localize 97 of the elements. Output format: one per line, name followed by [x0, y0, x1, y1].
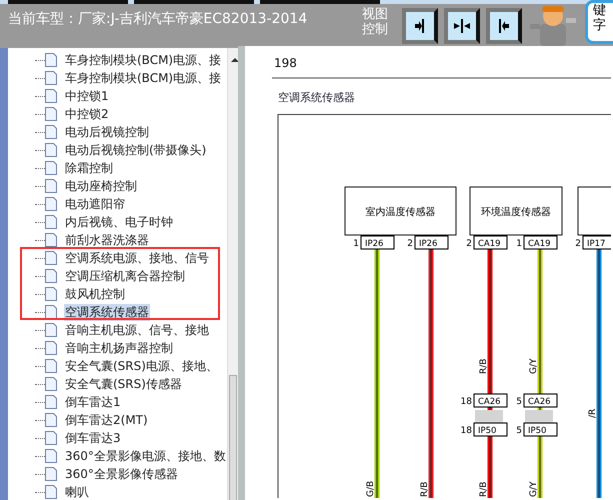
- wire-label: G/B: [366, 480, 376, 497]
- tree-item[interactable]: 电动遮阳帘: [64, 196, 126, 212]
- document-icon: [45, 233, 57, 247]
- diagram-title: 空调系统传感器: [278, 91, 355, 104]
- document-icon: [45, 485, 57, 499]
- view-control-label: 视图控制: [362, 7, 389, 37]
- connector-box: [474, 236, 508, 250]
- pin-number: 18: [460, 397, 472, 407]
- connector-box: [524, 422, 558, 436]
- shift-left-button[interactable]: [486, 8, 522, 44]
- pin-number: 2: [466, 239, 472, 249]
- tree-item[interactable]: 安全气囊(SRS)电源、接地、: [64, 358, 219, 374]
- page-number: 198: [274, 56, 297, 70]
- tree-item[interactable]: 中控锁2: [64, 106, 110, 122]
- connector-code: CA26: [478, 397, 501, 407]
- document-icon: [45, 287, 57, 301]
- side-char: 字: [593, 18, 607, 33]
- connector-box: [414, 236, 448, 250]
- document-icon: [45, 269, 57, 283]
- connector-box: [524, 236, 558, 250]
- tree-item[interactable]: 音响主机扬声器控制: [64, 340, 174, 356]
- pin-number: 5: [516, 426, 522, 436]
- document-icon: [45, 431, 57, 445]
- tree-item[interactable]: 空调系统电源、接地、信号: [64, 250, 210, 266]
- connector-code: IP50: [528, 426, 546, 436]
- wire-label: G/Y: [529, 481, 539, 497]
- connector-code: CA19: [478, 239, 501, 249]
- tree-item[interactable]: 电动座椅控制: [64, 178, 138, 194]
- pin-number: 1: [353, 239, 359, 249]
- tree-item[interactable]: 360°全景影像传感器: [64, 466, 179, 482]
- document-icon: [45, 71, 57, 85]
- connector-code: IP26: [419, 239, 438, 249]
- document-icon: [45, 251, 57, 265]
- pin-number: 5: [516, 397, 522, 407]
- document-icon: [45, 377, 57, 391]
- tree-item[interactable]: 喇叭: [64, 484, 90, 500]
- scrollbar[interactable]: [226, 48, 238, 500]
- document-icon: [45, 197, 57, 211]
- connector-code: CA26: [528, 397, 551, 407]
- pin-number: 2: [407, 239, 413, 249]
- connector-box: [524, 394, 558, 408]
- document-icon: [45, 161, 57, 175]
- document-icon: [45, 323, 57, 337]
- vehicle-title: 当前车型：厂家:J-吉利汽车帝豪EC82013-2014: [8, 10, 308, 28]
- junction-link: [525, 410, 553, 423]
- tree-item[interactable]: 倒车雷达3: [64, 430, 122, 446]
- tree-item[interactable]: 倒车雷达2(MT): [64, 412, 149, 428]
- document-icon: [45, 467, 57, 481]
- document-icon: [45, 215, 57, 229]
- tree-item[interactable]: 空调压缩机离合器控制: [64, 268, 186, 284]
- tree-item[interactable]: 鼓风机控制: [64, 286, 126, 302]
- wire-label: R/B: [420, 482, 430, 497]
- tree-item[interactable]: 电动后视镜控制: [64, 124, 150, 140]
- pin-number: 2: [575, 239, 581, 249]
- tree-item[interactable]: 安全气囊(SRS)传感器: [64, 376, 183, 392]
- pin-number: 18: [460, 426, 472, 436]
- connector-box: [474, 422, 508, 436]
- document-icon: [45, 125, 57, 139]
- wire-label: R/B: [479, 482, 489, 497]
- wire-label: /R: [588, 408, 598, 418]
- tree-item[interactable]: 除霜控制: [64, 160, 114, 176]
- tree-item[interactable]: 中控锁1: [64, 88, 110, 104]
- tree-item[interactable]: 前刮水器洗涤器: [64, 232, 150, 248]
- tree-item[interactable]: 内后视镜、电子时钟: [64, 214, 174, 230]
- document-icon: [45, 359, 57, 373]
- document-icon: [45, 305, 57, 319]
- document-icon: [45, 395, 57, 409]
- document-icon: [45, 143, 57, 157]
- document-icon: [45, 341, 57, 355]
- connector-code: IP50: [478, 426, 496, 436]
- connector-code: IP26: [365, 239, 384, 249]
- component-label: 室内温度传感器: [366, 207, 436, 218]
- arrows-to-bar-icon: [453, 18, 471, 34]
- tree-item[interactable]: 电动后视镜控制(带摄像头): [64, 142, 208, 158]
- document-icon: [45, 107, 57, 121]
- tree-item[interactable]: 倒车雷达1: [64, 394, 122, 410]
- side-char: 键: [593, 3, 607, 18]
- connector-box: [360, 236, 394, 250]
- tree-item[interactable]: 车身控制模块(BCM)电源、接: [64, 70, 222, 86]
- document-icon: [45, 179, 57, 193]
- collapse-both-button[interactable]: [444, 8, 480, 44]
- junction-link: [475, 410, 503, 423]
- tree-item[interactable]: 360°全景影像电源、接地、数: [64, 448, 227, 464]
- tree-item[interactable]: 音响主机电源、信号、接地: [64, 322, 210, 338]
- shift-right-button[interactable]: [402, 8, 438, 44]
- pin-number: 1: [516, 239, 522, 249]
- wire-label: R/B: [479, 358, 489, 374]
- tree-item[interactable]: 车身控制模块(BCM)电源、接: [64, 52, 222, 68]
- document-icon: [45, 89, 57, 103]
- wire-label: G/Y: [529, 358, 539, 374]
- connector-code: IP17: [587, 239, 606, 249]
- document-icon: [45, 449, 57, 463]
- connector-box: [474, 394, 508, 408]
- document-icon: [45, 53, 57, 67]
- document-icon: [45, 413, 57, 427]
- connector-code: CA19: [528, 239, 551, 249]
- component-label: 环境温度传感器: [481, 207, 551, 218]
